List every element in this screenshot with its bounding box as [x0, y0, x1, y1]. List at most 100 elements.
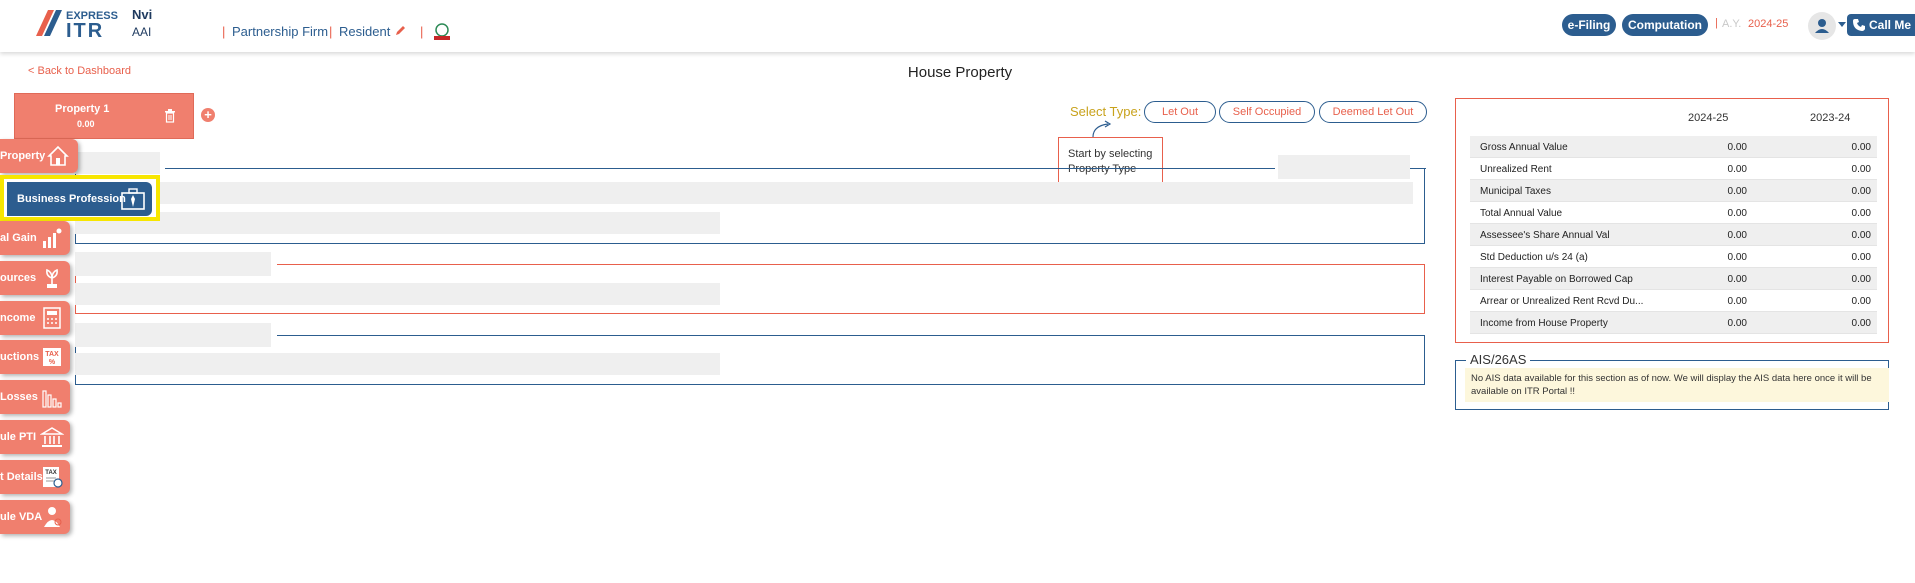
row-value-previous: 0.00: [1851, 164, 1871, 175]
sidebar-item-label: ule VDA: [0, 511, 43, 523]
select-type-label: Select Type:: [1070, 104, 1142, 119]
tax-percent-icon: TAX %: [43, 348, 61, 366]
page-title: House Property: [907, 64, 1013, 81]
summary-row: Arrear or Unrealized Rent Rcvd Du... 0.0…: [1470, 290, 1877, 312]
ay-label: A.Y.: [1722, 18, 1742, 30]
residency-status: Resident: [339, 24, 391, 39]
sidebar-item-label: Business Profession: [17, 193, 126, 205]
row-value-current: 0.00: [1727, 318, 1747, 329]
sidebar-item-label: uctions: [0, 351, 40, 363]
section-title-placeholder: [75, 152, 160, 174]
sidebar-item-label: ources: [0, 272, 37, 284]
row-label: Income from House Property: [1480, 318, 1608, 329]
summary-row: Municipal Taxes 0.00 0.00: [1470, 180, 1877, 202]
summary-row: Std Deduction u/s 24 (a) 0.00 0.00: [1470, 246, 1877, 268]
row-label: Interest Payable on Borrowed Cap: [1480, 274, 1633, 285]
row-value-current: 0.00: [1727, 142, 1747, 153]
efiling-button[interactable]: e-Filing: [1562, 14, 1616, 36]
sidebar-item-schedule-vda[interactable]: ule VDA: [0, 500, 70, 534]
row-value-current: 0.00: [1727, 296, 1747, 307]
sidebar-item-losses[interactable]: Losses: [0, 380, 70, 414]
logo-mark-icon: [36, 10, 62, 36]
ais-title: AIS/26AS: [1466, 352, 1531, 367]
header-separator: |: [329, 24, 333, 39]
loss-chart-icon: [42, 390, 62, 408]
house-icon: [47, 145, 69, 166]
row-value-current: 0.00: [1727, 208, 1747, 219]
govt-emblem-icon: [434, 23, 450, 40]
address-field-placeholder[interactable]: [75, 182, 1413, 204]
row-value-previous: 0.00: [1851, 274, 1871, 285]
summary-row-total: Income from House Property 0.00 0.00: [1470, 312, 1877, 334]
summary-row: Total Annual Value 0.00 0.00: [1470, 202, 1877, 224]
property-tab[interactable]: Property 1 0.00: [14, 93, 194, 139]
detail-field-placeholder[interactable]: [75, 353, 720, 375]
ay-value[interactable]: 2024-25: [1748, 18, 1788, 30]
sidebar-item-schedule-pti[interactable]: ule PTI: [0, 420, 70, 454]
sidebar-item-label: Losses: [0, 391, 38, 403]
svg-text:%: %: [49, 359, 56, 366]
row-label: Unrealized Rent: [1480, 164, 1552, 175]
row-value-current: 0.00: [1727, 186, 1747, 197]
logo-itr-text: ITR: [66, 20, 105, 42]
year-column-header: 2024-25: [1688, 112, 1729, 124]
chevron-down-icon[interactable]: [1838, 22, 1846, 28]
phone-icon: [1853, 19, 1865, 31]
crypto-user-icon: [44, 507, 62, 527]
sidebar-item-house-property[interactable]: Property: [0, 139, 78, 173]
header-separator: |: [420, 24, 424, 39]
sidebar-item-other-sources[interactable]: ources: [0, 261, 70, 295]
tax-doc-icon: TAX: [43, 467, 63, 488]
detail-field-placeholder[interactable]: [75, 212, 720, 234]
section-field-placeholder[interactable]: [1278, 155, 1410, 179]
row-value-previous: 0.00: [1851, 186, 1871, 197]
row-value-previous: 0.00: [1851, 230, 1871, 241]
user-avatar[interactable]: [1808, 12, 1836, 40]
section-divider: [277, 264, 1425, 265]
row-label: Assessee's Share Annual Val: [1480, 230, 1610, 241]
row-value-previous: 0.00: [1851, 318, 1871, 329]
sidebar-item-exempt-income[interactable]: ncome: [0, 301, 70, 335]
row-value-previous: 0.00: [1851, 296, 1871, 307]
sidebar-item-tax-details[interactable]: t Details TAX: [0, 460, 70, 494]
sidebar-item-highlight: Business Profession: [0, 175, 160, 221]
computation-button[interactable]: Computation: [1622, 14, 1708, 36]
summary-row: Assessee's Share Annual Val 0.00 0.00: [1470, 224, 1877, 246]
bank-icon: [40, 427, 64, 447]
row-label: Total Annual Value: [1480, 208, 1563, 219]
property-tab-amount: 0.00: [77, 119, 95, 129]
edit-pencil-icon[interactable]: [394, 25, 406, 37]
house-property-summary-panel: 2024-25 2023-24 Gross Annual Value 0.00 …: [1455, 98, 1889, 343]
svg-text:TAX: TAX: [45, 351, 59, 358]
row-label: Std Deduction u/s 24 (a): [1480, 252, 1588, 263]
user-icon: [1815, 19, 1829, 33]
sidebar-item-label: t Details: [0, 471, 43, 483]
briefcase-icon: [121, 188, 145, 210]
row-value-current: 0.00: [1727, 252, 1747, 263]
add-property-button[interactable]: +: [201, 108, 215, 122]
section-divider: [165, 168, 1275, 169]
row-value-previous: 0.00: [1851, 142, 1871, 153]
user-name: Nvi: [132, 7, 152, 22]
sidebar-item-deductions[interactable]: uctions TAX %: [0, 340, 70, 374]
call-me-label: Call Me: [1869, 18, 1912, 32]
self-occupied-button[interactable]: Self Occupied: [1219, 101, 1315, 123]
detail-field-placeholder[interactable]: [75, 283, 720, 305]
summary-row: Interest Payable on Borrowed Cap 0.00 0.…: [1470, 268, 1877, 290]
call-me-button[interactable]: Call Me: [1847, 14, 1915, 36]
ais-message: No AIS data available for this section a…: [1465, 368, 1889, 402]
sidebar-item-label: ule PTI: [0, 431, 37, 443]
tooltip-arrow-icon: [1092, 120, 1112, 138]
sidebar-item-capital-gain[interactable]: al Gain: [0, 221, 70, 255]
svg-text:TAX: TAX: [45, 470, 57, 476]
trash-icon[interactable]: [164, 109, 176, 123]
row-value-current: 0.00: [1727, 164, 1747, 175]
section-title-placeholder: [75, 252, 271, 276]
row-value-current: 0.00: [1727, 230, 1747, 241]
row-value-previous: 0.00: [1851, 208, 1871, 219]
row-label: Arrear or Unrealized Rent Rcvd Du...: [1480, 296, 1644, 307]
sidebar-item-business-profession[interactable]: Business Profession: [7, 182, 152, 216]
calculator-icon: [43, 307, 61, 329]
let-out-button[interactable]: Let Out: [1144, 101, 1216, 123]
deemed-let-out-button[interactable]: Deemed Let Out: [1319, 101, 1427, 123]
